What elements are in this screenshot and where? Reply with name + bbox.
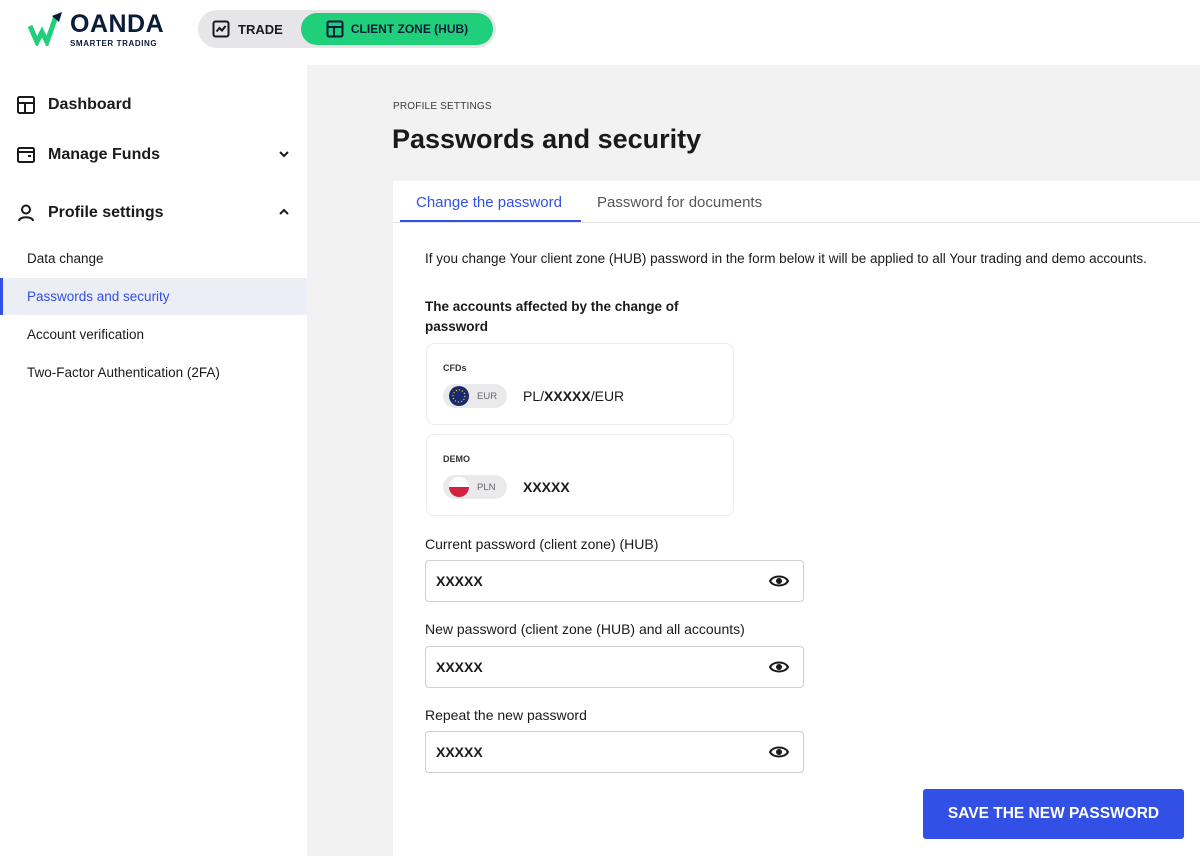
currency-pill: EUR xyxy=(443,384,507,408)
save-password-button[interactable]: SAVE THE NEW PASSWORD xyxy=(923,789,1184,839)
password-card: Change the password Password for documen… xyxy=(393,181,1200,856)
tab-bar: Change the password Password for documen… xyxy=(393,181,1200,223)
currency-code: EUR xyxy=(477,390,498,402)
current-password-label: Current password (client zone) (HUB) xyxy=(425,536,659,552)
eye-icon[interactable] xyxy=(769,659,789,675)
currency-pill: PLN xyxy=(443,475,507,499)
trade-switch-button[interactable]: TRADE xyxy=(212,10,283,48)
sidebar: Dashboard Manage Funds Profile settings … xyxy=(0,65,307,856)
client-zone-switch-label: CLIENT ZONE (HUB) xyxy=(350,22,469,36)
sidebar-subitem-data-change[interactable]: Data change xyxy=(0,240,307,277)
account-type: DEMO xyxy=(443,454,470,464)
chevron-down-icon[interactable] xyxy=(277,147,291,161)
account-number: PL/XXXXX/EUR xyxy=(523,388,625,404)
new-password-label: New password (client zone (HUB) and all … xyxy=(425,621,745,637)
tab-change-password[interactable]: Change the password xyxy=(416,194,562,211)
current-password-field xyxy=(425,560,804,602)
chevron-up-icon[interactable] xyxy=(277,205,291,219)
sidebar-item-profile-settings[interactable]: Profile settings xyxy=(16,198,291,228)
oanda-logo[interactable]: OANDA SMARTER TRADING xyxy=(28,10,178,52)
account-card-cfds: CFDs EUR PL/XXXXX/EUR xyxy=(426,343,734,425)
account-number: XXXXX xyxy=(523,479,570,495)
brand-name: OANDA xyxy=(70,10,165,38)
client-zone-switch-button[interactable]: CLIENT ZONE (HUB) xyxy=(301,13,493,45)
account-type: CFDs xyxy=(443,363,467,373)
sidebar-item-manage-funds[interactable]: Manage Funds xyxy=(16,140,291,170)
info-text: If you change Your client zone (HUB) pas… xyxy=(425,251,1147,266)
repeat-password-label: Repeat the new password xyxy=(425,707,587,723)
poland-flag-icon xyxy=(449,477,469,497)
sidebar-subitem-account-verification[interactable]: Account verification xyxy=(0,316,307,353)
brand-tagline: SMARTER TRADING xyxy=(70,39,158,48)
sidebar-item-label: Manage Funds xyxy=(48,146,161,163)
sidebar-subitem-2fa[interactable]: Two-Factor Authentication (2FA) xyxy=(0,354,307,391)
new-password-input[interactable] xyxy=(436,647,756,687)
chart-line-icon xyxy=(212,20,230,38)
dashboard-icon xyxy=(16,95,36,115)
sidebar-item-dashboard[interactable]: Dashboard xyxy=(16,90,291,120)
trade-switch-label: TRADE xyxy=(238,21,283,37)
active-tab-indicator xyxy=(400,220,581,222)
new-password-field xyxy=(425,646,804,688)
top-bar: OANDA SMARTER TRADING TRADE CLIENT ZONE … xyxy=(0,0,1200,65)
sidebar-item-label: Profile settings xyxy=(48,204,164,221)
currency-code: PLN xyxy=(477,481,496,493)
eu-flag-icon xyxy=(449,386,469,406)
oanda-logo-icon xyxy=(28,12,62,46)
repeat-password-input[interactable] xyxy=(436,732,756,772)
platform-switcher: TRADE CLIENT ZONE (HUB) xyxy=(198,10,496,48)
repeat-password-field xyxy=(425,731,804,773)
sidebar-subitem-passwords-security[interactable]: Passwords and security xyxy=(0,278,307,315)
page-title: Passwords and security xyxy=(392,124,702,154)
sidebar-item-label: Dashboard xyxy=(48,96,132,113)
dashboard-icon xyxy=(326,20,344,38)
tab-password-documents[interactable]: Password for documents xyxy=(597,194,762,211)
account-card-demo: DEMO PLN XXXXX xyxy=(426,434,734,516)
eye-icon[interactable] xyxy=(769,744,789,760)
wallet-icon xyxy=(16,145,36,165)
breadcrumb: PROFILE SETTINGS xyxy=(393,101,492,112)
affected-accounts-heading: The accounts affected by the change of p… xyxy=(425,299,679,334)
current-password-input[interactable] xyxy=(436,561,756,601)
eye-icon[interactable] xyxy=(769,573,789,589)
user-icon xyxy=(16,203,36,223)
